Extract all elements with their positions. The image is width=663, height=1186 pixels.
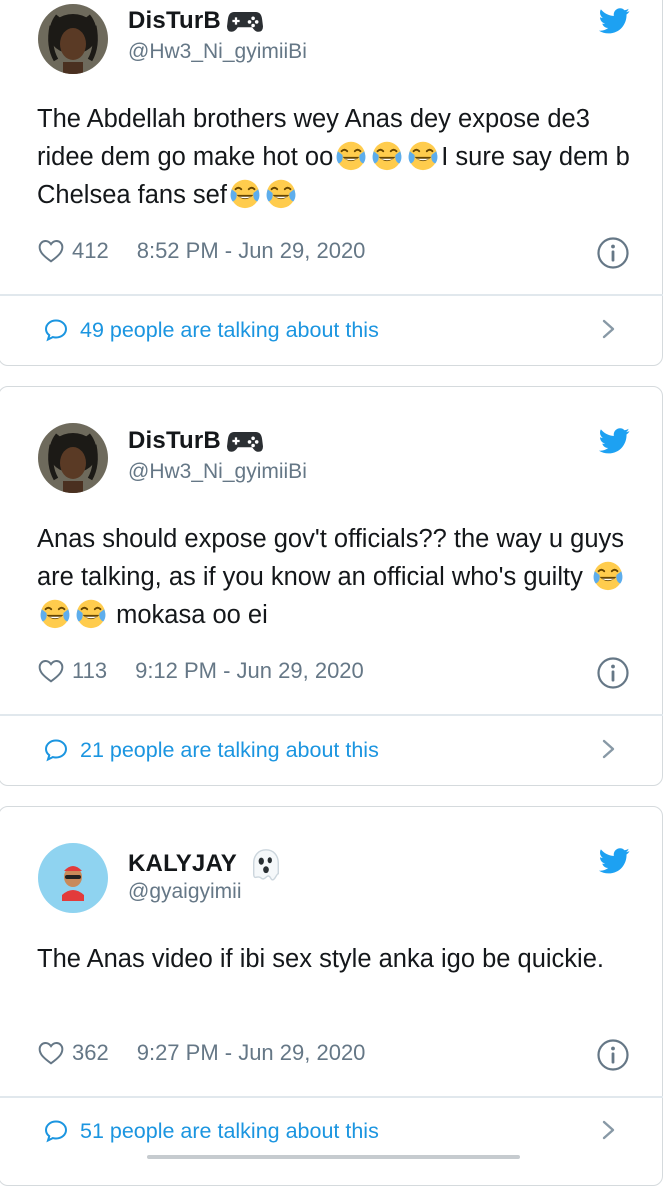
tweet-text-run: mokasa oo ei <box>109 601 268 629</box>
chevron-right-icon[interactable] <box>601 739 617 759</box>
tweet-meta: 412 8:52 PM - Jun 29, 2020 <box>38 236 365 266</box>
laughing-tears-emoji-icon <box>264 176 298 210</box>
tweet-text: The Abdellah brothers wey Anas dey expos… <box>37 100 637 214</box>
tweet-text: The Anas video if ibi sex style anka igo… <box>37 940 637 978</box>
speech-bubble-icon <box>44 1119 68 1143</box>
twitter-bird-icon[interactable] <box>599 848 630 874</box>
timestamp[interactable]: 9:12 PM - Jun 29, 2020 <box>135 658 364 684</box>
game-controller-icon <box>227 8 263 34</box>
user-handle[interactable]: @Hw3_Ni_gyimiiBi <box>128 460 307 484</box>
laughing-tears-emoji-icon <box>334 138 368 172</box>
info-icon[interactable] <box>597 657 629 689</box>
avatar[interactable] <box>38 843 108 913</box>
talking-label: 21 people are talking about this <box>80 737 379 762</box>
laughing-tears-emoji-icon <box>406 138 440 172</box>
laughing-tears-emoji-icon <box>38 596 72 630</box>
timestamp[interactable]: 8:52 PM - Jun 29, 2020 <box>137 238 366 264</box>
divider <box>0 1096 663 1098</box>
heart-icon[interactable] <box>38 239 64 263</box>
divider <box>0 714 663 716</box>
divider <box>0 294 663 296</box>
chevron-right-icon[interactable] <box>601 1120 617 1140</box>
user-handle[interactable]: @Hw3_Ni_gyimiiBi <box>128 40 307 64</box>
user-handle[interactable]: @gyaigyimii <box>128 880 242 904</box>
info-icon[interactable] <box>597 1039 629 1071</box>
laughing-tears-emoji-icon <box>370 138 404 172</box>
speech-bubble-icon <box>44 318 68 342</box>
tweet-text-run: Anas should expose gov't officials?? the… <box>37 525 625 591</box>
heart-icon[interactable] <box>38 1041 64 1065</box>
timestamp[interactable]: 9:27 PM - Jun 29, 2020 <box>137 1040 366 1066</box>
talking-link[interactable]: 21 people are talking about this <box>44 735 379 765</box>
tweet-text-run: The Anas video if ibi sex style anka igo… <box>37 945 604 973</box>
display-name[interactable]: KALYJAY <box>128 847 283 881</box>
like-count[interactable]: 113 <box>72 658 107 684</box>
speech-bubble-icon <box>44 738 68 762</box>
laughing-tears-emoji-icon <box>228 176 262 210</box>
display-name[interactable]: DisTurB <box>128 7 263 35</box>
talking-label: 51 people are talking about this <box>80 1118 379 1143</box>
tweet-text: Anas should expose gov't officials?? the… <box>37 520 637 634</box>
laughing-tears-emoji-icon <box>74 596 108 630</box>
chevron-right-icon[interactable] <box>601 319 617 339</box>
scrollbar[interactable] <box>147 1155 520 1159</box>
heart-icon[interactable] <box>38 659 64 683</box>
like-count[interactable]: 362 <box>72 1040 109 1066</box>
tweet-meta: 362 9:27 PM - Jun 29, 2020 <box>38 1038 365 1068</box>
display-name[interactable]: DisTurB <box>128 427 263 455</box>
like-count[interactable]: 412 <box>72 238 109 264</box>
twitter-bird-icon[interactable] <box>599 8 630 34</box>
game-controller-icon <box>227 428 263 454</box>
laughing-tears-emoji-icon <box>591 558 625 592</box>
twitter-bird-icon[interactable] <box>599 428 630 454</box>
tweet-meta: 113 9:12 PM - Jun 29, 2020 <box>38 656 364 686</box>
ghost-icon <box>249 847 283 881</box>
talking-link[interactable]: 51 people are talking about this <box>44 1116 379 1146</box>
info-icon[interactable] <box>597 237 629 269</box>
avatar[interactable] <box>38 423 108 493</box>
avatar[interactable] <box>38 4 108 74</box>
talking-link[interactable]: 49 people are talking about this <box>44 315 379 345</box>
talking-label: 49 people are talking about this <box>80 317 379 342</box>
